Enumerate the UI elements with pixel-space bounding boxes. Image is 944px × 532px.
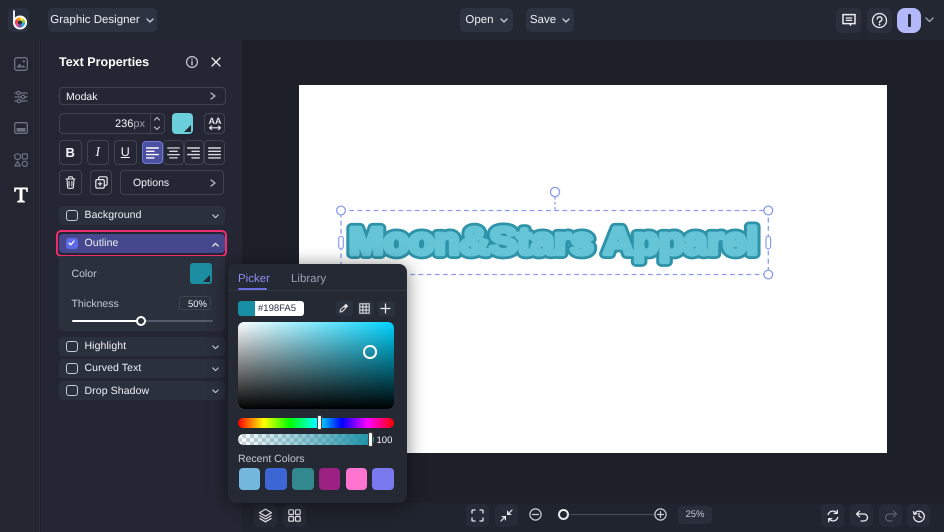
svg-text:AA: AA — [208, 116, 221, 126]
